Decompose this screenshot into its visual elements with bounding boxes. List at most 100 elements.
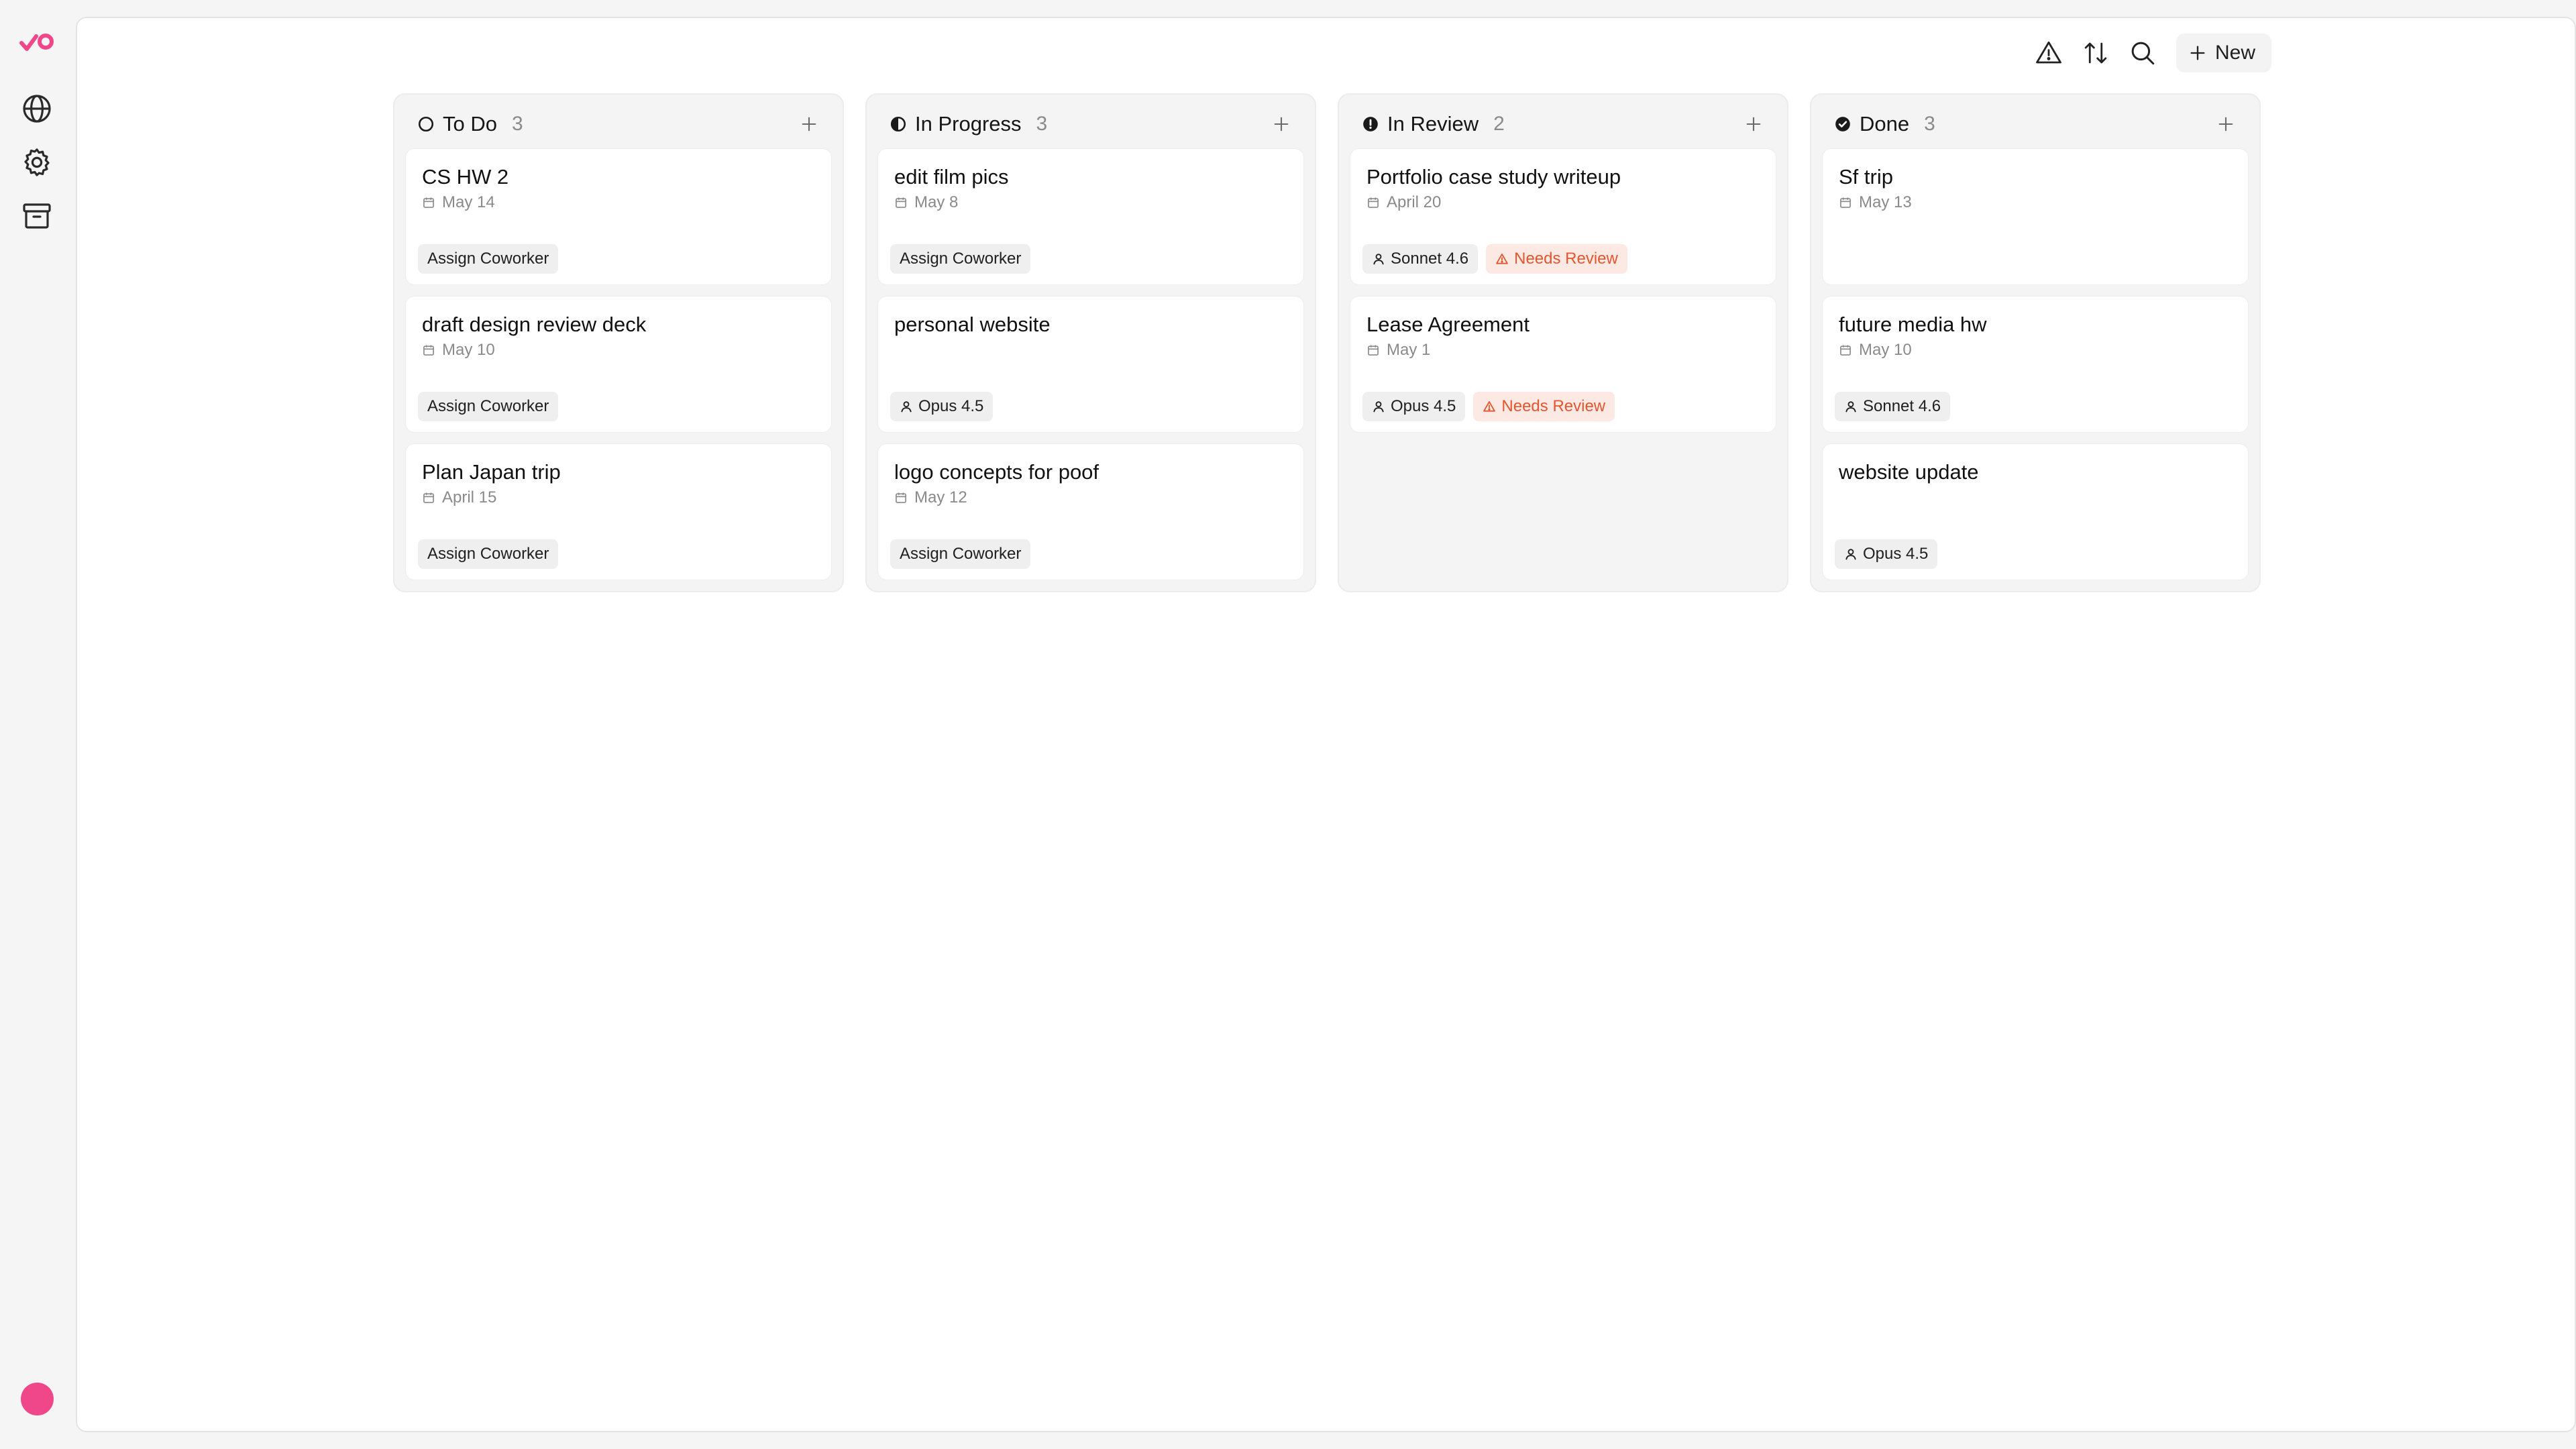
agent-badge[interactable]: Sonnet 4.6 [1835,392,1951,421]
task-card[interactable]: Lease Agreement May 1 Opus 4.5 Needs Review [1350,296,1776,433]
tag-label: Needs Review [1501,397,1606,415]
due-date-text: May 10 [1859,341,1912,359]
warning-icon [1483,401,1496,412]
add-card-button[interactable] [2212,111,2239,138]
card-due-date: May 14 [422,193,815,212]
calendar-icon [423,345,434,356]
add-card-button[interactable] [1740,111,1767,138]
card-due-date: May 10 [1839,341,2232,360]
calendar-icon [1840,197,1851,208]
tag-label: Assign Coworker [427,250,549,268]
card-due-date: May 12 [894,488,1287,507]
column-title: In Review [1387,112,1479,136]
search-button[interactable] [2125,36,2160,70]
card-tags: Sonnet 4.6 [1835,392,1951,421]
card-due-date: May 13 [1839,193,2232,212]
task-card[interactable]: Plan Japan trip April 15 Assign Coworker [405,443,832,580]
circle-empty-icon [418,116,434,132]
card-tags: Assign Coworker [418,392,559,421]
gear-icon [24,148,50,176]
column-count: 3 [1036,113,1048,135]
assign-coworker-button[interactable]: Assign Coworker [890,244,1031,274]
agent-badge[interactable]: Opus 4.5 [1835,539,1938,569]
task-card[interactable]: CS HW 2 May 14 Assign Coworker [405,148,832,285]
task-card[interactable]: future media hw May 10 Sonnet 4.6 [1822,296,2249,433]
agent-badge[interactable]: Sonnet 4.6 [1362,244,1479,274]
new-task-button[interactable]: New [2176,34,2271,72]
circle-half-icon [890,115,907,133]
main-panel: New To Do 3 CS HW 2 May 14 Assign Coworker… [76,17,2576,1432]
tag-label: Needs Review [1514,250,1618,268]
agent-badge[interactable]: Opus 4.5 [890,392,994,421]
task-card[interactable]: website update Opus 4.5 [1822,443,2249,580]
app-logo[interactable] [17,24,57,64]
card-tags: Opus 4.5 [890,392,994,421]
card-due-date: April 20 [1366,193,1760,212]
due-date-text: May 12 [914,488,967,506]
plus-icon [1746,117,1761,131]
add-card-button[interactable] [796,111,822,138]
calendar-icon [1840,345,1851,356]
calendar-icon [896,197,906,208]
card-title: edit film pics [894,165,1009,189]
task-card[interactable]: draft design review deck May 10 Assign Cow… [405,296,832,433]
toolbar: New [2031,33,2271,73]
calendar-icon [1368,197,1379,208]
warning-icon [1496,254,1508,264]
tag-label: Assign Coworker [900,250,1022,268]
card-title: logo concepts for poof [894,460,1099,484]
circle-empty-icon [417,115,435,133]
add-card-button[interactable] [1268,111,1295,138]
card-due-date: May 10 [422,341,815,360]
tag-label: Opus 4.5 [1863,545,1929,563]
tag-label: Assign Coworker [427,545,549,563]
assign-coworker-button[interactable]: Assign Coworker [418,244,559,274]
task-card[interactable]: logo concepts for poof May 12 Assign Cowor… [877,443,1304,580]
needs-review-badge: Needs Review [1486,244,1627,274]
column-to-do: To Do 3 CS HW 2 May 14 Assign Coworker draf… [393,93,844,592]
user-icon [1845,401,1856,413]
due-date-text: April 20 [1387,193,1442,211]
settings-button[interactable] [17,142,57,182]
card-due-date: May 8 [894,193,1287,212]
card-title: Plan Japan trip [422,460,561,484]
warning-triangle-icon [2036,41,2061,64]
user-avatar[interactable] [21,1383,54,1415]
alerts-button[interactable] [2031,36,2066,70]
card-tags: Opus 4.5 Needs Review [1362,392,1615,421]
circle-half-icon [890,116,906,132]
plus-icon [802,117,816,131]
circle-alert-icon [1362,115,1379,133]
column-title: Done [1860,112,1910,136]
column-count: 3 [1924,113,1935,135]
app-logo-icon [19,34,54,51]
card-list: CS HW 2 May 14 Assign Coworker draft design… [405,148,832,580]
archive-button[interactable] [17,196,57,236]
card-list: edit film pics May 8 Assign Coworker person… [877,148,1304,580]
task-card[interactable]: personal website Opus 4.5 [877,296,1304,433]
tag-label: Assign Coworker [900,545,1022,563]
task-card[interactable]: Sf trip May 13 [1822,148,2249,285]
card-list: Portfolio case study writeup April 20 Sonn… [1350,148,1776,433]
due-date-text: May 1 [1387,341,1431,359]
tag-label: Opus 4.5 [918,397,984,415]
task-card[interactable]: Portfolio case study writeup April 20 Sonn… [1350,148,1776,285]
card-list: Sf trip May 13 future media hw May 10 Sonnet… [1822,148,2249,580]
card-tags: Assign Coworker [418,244,559,274]
column-title: To Do [443,112,497,136]
due-date-text: April 15 [442,488,497,506]
assign-coworker-button[interactable]: Assign Coworker [890,539,1031,569]
globe-icon [23,95,51,123]
agent-badge[interactable]: Opus 4.5 [1362,392,1466,421]
card-tags: Sonnet 4.6 Needs Review [1362,244,1627,274]
user-icon [1373,401,1384,413]
assign-coworker-button[interactable]: Assign Coworker [418,392,559,421]
sidebar-rail [0,0,74,1449]
assign-coworker-button[interactable]: Assign Coworker [418,539,559,569]
task-card[interactable]: edit film pics May 8 Assign Coworker [877,148,1304,285]
globe-button[interactable] [17,89,57,129]
calendar-icon [423,492,434,503]
sort-button[interactable] [2078,36,2113,70]
calendar-icon [1368,345,1379,356]
card-tags: Assign Coworker [890,539,1031,569]
